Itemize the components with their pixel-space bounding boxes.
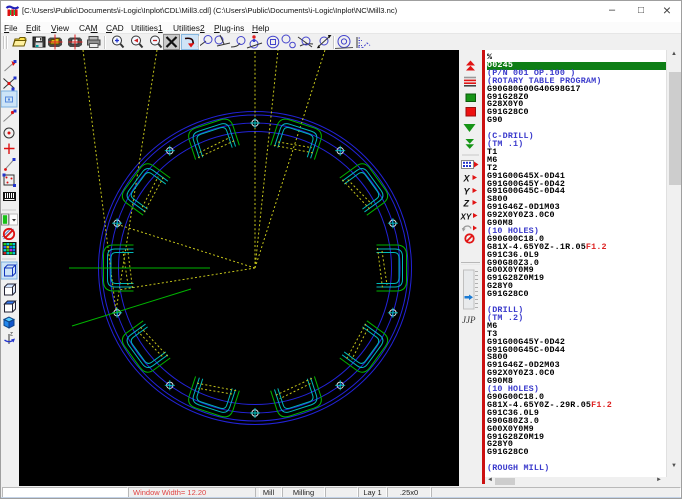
svg-text:X: X bbox=[463, 174, 471, 184]
svg-text:Y: Y bbox=[464, 187, 471, 197]
svg-text:XY: XY bbox=[460, 213, 472, 222]
svg-text:JJP: JJP bbox=[462, 315, 476, 325]
svg-text:z: z bbox=[10, 332, 13, 338]
svg-text:Z: Z bbox=[463, 199, 470, 209]
